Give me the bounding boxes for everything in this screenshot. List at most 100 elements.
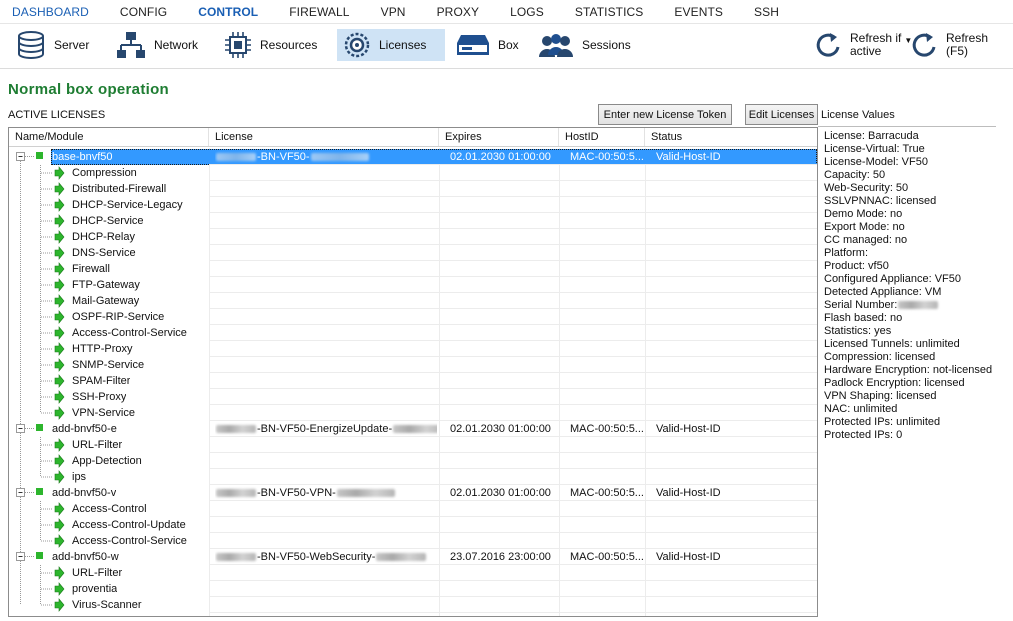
module-row[interactable]: HTTP-Proxy bbox=[9, 341, 817, 357]
refresh-button[interactable]: Refresh (F5) bbox=[904, 29, 994, 61]
license-value-text: Export Mode: no bbox=[824, 221, 905, 233]
redacted-license-suffix bbox=[336, 489, 395, 498]
row-hostid: MAC-00:50:5... bbox=[570, 551, 644, 563]
module-row[interactable]: Access-Control-Update bbox=[9, 517, 817, 533]
nav-tab-firewall[interactable]: FIREWALL bbox=[289, 5, 349, 19]
module-arrow-icon bbox=[20, 597, 65, 612]
module-arrow-icon bbox=[20, 469, 65, 485]
module-row[interactable]: OSPF-RIP-Service bbox=[9, 309, 817, 325]
module-row[interactable]: SSH-Proxy bbox=[9, 389, 817, 405]
module-row[interactable]: URL-Filter bbox=[9, 437, 817, 453]
module-row[interactable]: App-Detection bbox=[9, 453, 817, 469]
module-row[interactable]: Virus-Scanner bbox=[9, 597, 817, 613]
license-value-item: Demo Mode: no bbox=[824, 208, 1004, 221]
nav-tab-config[interactable]: CONFIG bbox=[120, 5, 167, 19]
column-header-expires[interactable]: Expires bbox=[439, 128, 559, 146]
enter-license-token-button[interactable]: Enter new License Token bbox=[598, 104, 732, 125]
row-name: OSPF-RIP-Service bbox=[72, 311, 165, 323]
module-row[interactable]: Firewall bbox=[9, 261, 817, 277]
license-values-list: License: Barracuda License-Virtual: True L… bbox=[824, 130, 1004, 442]
server-tool-label: Server bbox=[54, 38, 90, 52]
license-value-item: License-Model: VF50 bbox=[824, 156, 1004, 169]
row-status: Valid-Host-ID bbox=[656, 423, 721, 435]
module-arrow-icon bbox=[20, 165, 65, 181]
row-name: Access-Control bbox=[72, 503, 147, 515]
refresh-if-active-label: Refresh if active bbox=[850, 32, 901, 58]
nav-tab-ssh[interactable]: SSH bbox=[754, 5, 779, 19]
module-arrow-icon bbox=[20, 293, 65, 309]
module-row[interactable]: VPN-Service bbox=[9, 405, 817, 421]
module-row[interactable]: SPAM-Filter bbox=[9, 373, 817, 389]
refresh-if-active-button[interactable]: Refresh if active ▼ bbox=[808, 29, 918, 61]
active-licenses-label: ACTIVE LICENSES bbox=[8, 109, 106, 121]
module-row[interactable]: DHCP-Service-Legacy bbox=[9, 197, 817, 213]
row-name: Virus-Scanner bbox=[72, 599, 142, 611]
module-row[interactable]: DNS-Service bbox=[9, 245, 817, 261]
license-row[interactable]: add-bnvf50-v -BN-VF50-VPN- 02.01.2030 01:0… bbox=[9, 485, 817, 501]
module-row[interactable]: ips bbox=[9, 469, 817, 485]
license-value-item: Capacity: 50 bbox=[824, 169, 1004, 182]
server-tool-button[interactable]: Server bbox=[10, 29, 95, 61]
license-value-text: Product: vf50 bbox=[824, 260, 889, 272]
module-row[interactable]: Mail-Gateway bbox=[9, 293, 817, 309]
license-row[interactable]: add-bnvf50-e -BN-VF50-EnergizeUpdate- 02.0… bbox=[9, 421, 817, 437]
module-row[interactable]: Access-Control-Service bbox=[9, 325, 817, 341]
nav-tab-statistics[interactable]: STATISTICS bbox=[575, 5, 644, 19]
module-arrow-icon bbox=[20, 341, 65, 357]
license-value-text: SSLVPNNAC: licensed bbox=[824, 195, 937, 207]
license-values-divider bbox=[818, 126, 996, 127]
box-tool-label: Box bbox=[498, 38, 519, 52]
column-header-license[interactable]: License bbox=[209, 128, 439, 146]
resources-tool-button[interactable]: Resources bbox=[218, 29, 323, 61]
license-row[interactable]: add-bnvf50-w -BN-VF50-WebSecurity- 23.07.2… bbox=[9, 549, 817, 565]
license-value-item: Compression: licensed bbox=[824, 351, 1004, 364]
license-value-text: Configured Appliance: VF50 bbox=[824, 273, 961, 285]
nav-tab-control[interactable]: CONTROL bbox=[198, 5, 258, 19]
license-value-item: VPN Shaping: licensed bbox=[824, 390, 1004, 403]
license-value-item: Configured Appliance: VF50 bbox=[824, 273, 1004, 286]
column-header-status[interactable]: Status bbox=[645, 128, 817, 146]
network-tool-button[interactable]: Network bbox=[110, 29, 204, 61]
row-name: Distributed-Firewall bbox=[72, 183, 167, 195]
module-arrow-icon bbox=[20, 501, 65, 517]
nav-tab-proxy[interactable]: PROXY bbox=[437, 5, 480, 19]
edit-licenses-button[interactable]: Edit Licenses bbox=[745, 104, 818, 125]
license-row[interactable]: base-bnvf50 -BN-VF50- 02.01.2030 01:00:00 M… bbox=[9, 149, 817, 165]
row-license: -BN-VF50-VPN- bbox=[215, 485, 437, 501]
licenses-tree-grid[interactable]: Name/Module License Expires HostID Statu… bbox=[8, 127, 818, 617]
license-value-text: Capacity: 50 bbox=[824, 169, 886, 181]
nav-tab-vpn[interactable]: VPN bbox=[381, 5, 406, 19]
module-row[interactable]: SNMP-Service bbox=[9, 357, 817, 373]
module-row[interactable]: URL-Filter bbox=[9, 565, 817, 581]
column-header-name[interactable]: Name/Module bbox=[9, 128, 209, 146]
license-value-text: Hardware Encryption: not-licensed bbox=[824, 364, 993, 376]
licenses-tool-button[interactable]: Licenses bbox=[337, 29, 445, 61]
nav-tab-dashboard[interactable]: DASHBOARD bbox=[12, 5, 89, 19]
row-expires: 02.01.2030 01:00:00 bbox=[450, 487, 551, 499]
row-name: URL-Filter bbox=[72, 567, 123, 579]
module-row[interactable]: Distributed-Firewall bbox=[9, 181, 817, 197]
module-arrow-icon bbox=[20, 533, 65, 549]
column-header-hostid[interactable]: HostID bbox=[559, 128, 645, 146]
module-row[interactable]: Compression bbox=[9, 165, 817, 181]
nav-tab-events[interactable]: EVENTS bbox=[674, 5, 723, 19]
module-row[interactable]: Access-Control bbox=[9, 501, 817, 517]
module-row[interactable]: Access-Control-Service bbox=[9, 533, 817, 549]
license-value-text: Compression: licensed bbox=[824, 351, 936, 363]
sessions-tool-label: Sessions bbox=[582, 38, 631, 52]
module-arrow-icon bbox=[20, 213, 65, 229]
sessions-tool-button[interactable]: Sessions bbox=[532, 29, 637, 61]
module-row[interactable]: FTP-Gateway bbox=[9, 277, 817, 293]
redacted-license-prefix bbox=[216, 425, 256, 434]
row-name: proventia bbox=[72, 583, 118, 595]
box-tool-button[interactable]: Box bbox=[450, 29, 525, 61]
nav-tab-logs[interactable]: LOGS bbox=[510, 5, 544, 19]
module-row[interactable]: proventia bbox=[9, 581, 817, 597]
refresh-dropdown-icon bbox=[816, 33, 840, 57]
row-license: -BN-VF50-EnergizeUpdate- bbox=[215, 421, 437, 437]
module-arrow-icon bbox=[20, 373, 65, 389]
module-row[interactable]: DHCP-Service bbox=[9, 213, 817, 229]
module-row[interactable]: DHCP-Relay bbox=[9, 229, 817, 245]
row-name: Access-Control-Service bbox=[72, 535, 187, 547]
users-icon bbox=[539, 34, 573, 57]
